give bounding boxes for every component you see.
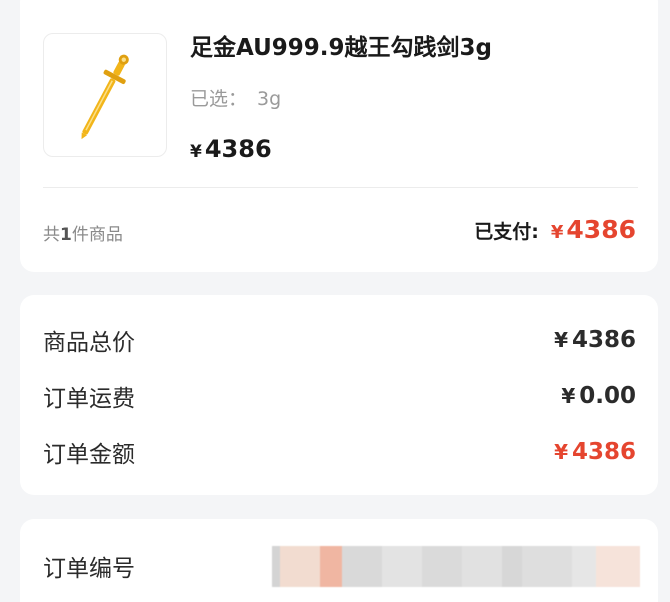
summary-row-goods-total: 商品总价 ¥4386 [43,323,636,357]
row-label: 商品总价 [43,330,135,356]
row-value: ¥4386 [554,439,636,465]
price-summary-card: 商品总价 ¥4386 订单运费 ¥0.00 订单金额 ¥4386 [20,295,658,495]
order-number-label: 订单编号 [43,556,135,582]
currency-symbol: ¥ [190,142,202,162]
summary-row-order-amount: 订单金额 ¥4386 [43,435,636,469]
row-value: ¥4386 [554,327,636,353]
paid-total: 已支付: ¥ 4386 [474,215,636,244]
order-info-card: 订单编号 [20,519,658,602]
order-number-redacted [272,546,640,587]
spec-value: 3g [257,88,282,110]
product-price: ¥4386 [190,135,272,163]
product-title[interactable]: 足金AU999.9越王勾践剑3g [190,28,492,62]
paid-label: 已支付: [474,221,539,243]
currency-symbol: ¥ [550,222,564,243]
product-thumbnail[interactable] [43,33,167,157]
spec-label: 已选： [190,88,248,110]
row-value: ¥0.00 [561,383,636,409]
price-amount: 4386 [204,135,272,163]
summary-row-shipping: 订单运费 ¥0.00 [43,379,636,413]
paid-amount: 4386 [566,215,636,244]
row-label: 订单金额 [43,442,135,468]
gold-sword-icon [81,54,129,140]
product-spec: 已选： 3g [190,84,281,111]
item-count: 共1件商品 [43,225,123,245]
product-card: 足金AU999.9越王勾践剑3g 已选： 3g ¥4386 共1件商品 已支付: … [20,0,658,272]
item-count-number: 1 [60,225,72,245]
row-label: 订单运费 [43,386,135,412]
divider [43,187,638,188]
